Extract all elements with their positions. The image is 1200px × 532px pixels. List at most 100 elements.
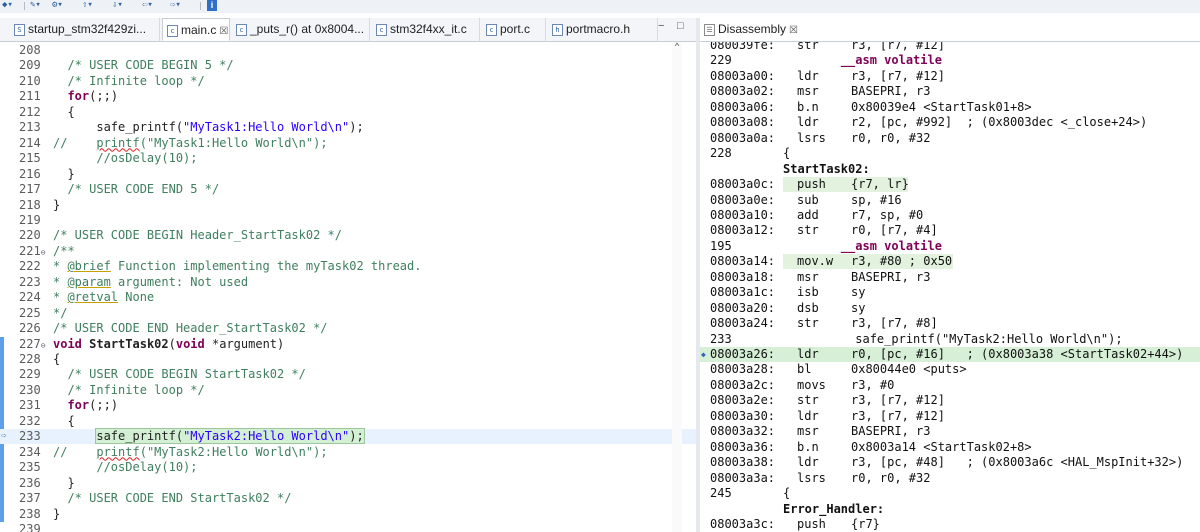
up-arrow-icon[interactable]: ⇩▾: [112, 0, 123, 11]
code-line[interactable]: 208: [0, 43, 696, 58]
disassembly-label[interactable]: StartTask02:: [700, 162, 1200, 177]
disassembly-instruction[interactable]: 08003a18: msr BASEPRI, r3: [700, 270, 1200, 285]
code-line[interactable]: 239: [0, 522, 696, 532]
disassembly-source-line[interactable]: 233 safe_printf("MyTask2:Hello World\n")…: [700, 332, 1200, 347]
disassembly-instruction[interactable]: 08003a3a: lsrs r0, r0, #32: [700, 471, 1200, 486]
disassembly-instruction[interactable]: 08003a1c: isb sy: [700, 285, 1200, 300]
code-line[interactable]: 229 /* USER CODE BEGIN StartTask02 */: [0, 367, 696, 382]
disassembly-source-line[interactable]: 228 {: [700, 146, 1200, 161]
disassembly-instruction[interactable]: 08003a0e: sub sp, #16: [700, 193, 1200, 208]
line-number: 211: [19, 89, 41, 104]
disassembly-instruction[interactable]: 08003a28: bl 0x80044e0 <puts>: [700, 362, 1200, 377]
instruction-operands: 0x80039e4 <StartTask01+8>: [851, 99, 1032, 114]
code-line[interactable]: 210 /* Infinite loop */: [0, 74, 696, 89]
file-icon: c: [167, 24, 178, 37]
code-line[interactable]: 216 }: [0, 167, 696, 182]
code-text: * @retval None: [53, 290, 155, 305]
code-line[interactable]: 230 /* Infinite loop */: [0, 383, 696, 398]
disassembly-instruction[interactable]: 08003a24: str r3, [r7, #8]: [700, 316, 1200, 331]
code-line[interactable]: 221⊖ /**: [0, 244, 696, 259]
code-line[interactable]: 236 }: [0, 476, 696, 491]
disassembly-source-line[interactable]: 195 __asm volatile: [700, 239, 1200, 254]
build-icon[interactable]: ⚙▾: [52, 0, 63, 11]
code-editor[interactable]: 208 209 /* USER CODE BEGIN 5 */210 /* Inf…: [0, 42, 696, 532]
editor-tab[interactable]: Sstartup_stm32f429zi...: [10, 18, 160, 41]
disassembly-instruction[interactable]: 08003a20: dsb sy: [700, 301, 1200, 316]
code-line[interactable]: 235 //osDelay(10);: [0, 460, 696, 475]
disassembly-source-line[interactable]: 229 __asm volatile: [700, 53, 1200, 68]
instruction-address: 08003a14:: [710, 254, 776, 269]
back-icon[interactable]: ⇦▾: [142, 0, 153, 11]
code-line[interactable]: 217 /* USER CODE END 5 */: [0, 182, 696, 197]
file-icon: S: [14, 23, 25, 36]
code-line[interactable]: 234 // printf("MyTask2:Hello World\n");: [0, 445, 696, 460]
code-line[interactable]: 209 /* USER CODE BEGIN 5 */: [0, 58, 696, 73]
bookmark-icon[interactable]: ✎▾: [30, 0, 41, 11]
instruction-address: 08003a30:: [710, 408, 776, 423]
code-line[interactable]: 226 /* USER CODE END Header_StartTask02 *…: [0, 321, 696, 336]
code-line[interactable]: 214 // printf("MyTask1:Hello World\n");: [0, 136, 696, 151]
forward-icon[interactable]: ⇨▾: [170, 0, 181, 11]
code-line[interactable]: 211 for(;;): [0, 89, 696, 104]
editor-tab[interactable]: c stm32f4xx_it.c: [372, 18, 480, 41]
code-line[interactable]: 213 safe_printf("MyTask1:Hello World\n")…: [0, 120, 696, 135]
code-line[interactable]: 232 {: [0, 414, 696, 429]
disassembly-source-line[interactable]: 245 {: [700, 486, 1200, 501]
disassembly-instruction[interactable]: 08003a10: add r7, sp, #0: [700, 208, 1200, 223]
disassembly-instruction[interactable]: 080039fe: str r3, [r7, #12]: [700, 42, 1200, 53]
disassembly-instruction[interactable]: 08003a12: str r0, [r7, #4]: [700, 223, 1200, 238]
instruction-operands: r0, r0, #32: [851, 130, 931, 145]
source-line-text: {: [783, 486, 791, 501]
code-line[interactable]: 238}: [0, 507, 696, 522]
code-line[interactable]: 233 safe_printf("MyTask2:Hello World\n")…: [0, 428, 696, 445]
minimize-icon[interactable]: −: [658, 20, 664, 32]
disassembly-instruction[interactable]: 08003a02: msr BASEPRI, r3: [700, 84, 1200, 99]
disassembly-instruction[interactable]: 08003a26: ldr r0, [pc, #16] ; (0x8003a38 <…: [700, 347, 1200, 362]
disassembly-instruction[interactable]: 08003a0c: push {r7, lr}: [700, 177, 1200, 193]
disassembly-instruction[interactable]: 08003a30: ldr r3, [r7, #12]: [700, 409, 1200, 424]
up-arrow-icon[interactable]: ⇧▾: [82, 0, 93, 11]
editor-tab[interactable]: c main.c ☒: [162, 18, 230, 41]
disassembly-view[interactable]: 080039fe: str r3, [r7, #12] 229 __asm volat…: [700, 42, 1200, 532]
disassembly-instruction[interactable]: 08003a0a: lsrs r0, r0, #32: [700, 131, 1200, 146]
instruction-mnemonic: lsrs: [797, 470, 826, 485]
disassembly-instruction[interactable]: 08003a38: ldr r3, [pc, #48] ; (0x8003a6c <…: [700, 455, 1200, 470]
code-line[interactable]: 228 {: [0, 352, 696, 367]
code-line[interactable]: 222 * @brief Function implementing the my…: [0, 259, 696, 274]
editor-scrollbar[interactable]: [672, 42, 682, 532]
close-icon[interactable]: ☒: [219, 26, 228, 37]
code-line[interactable]: 225 */: [0, 306, 696, 321]
code-line[interactable]: 224 * @retval None: [0, 290, 696, 305]
code-line[interactable]: 223 * @param argument: Not used: [0, 275, 696, 290]
code-line[interactable]: 227⊖ void StartTask02(void *argument): [0, 337, 696, 352]
tab-disassembly[interactable]: ☰ Disassembly ☒: [700, 18, 810, 41]
close-icon[interactable]: ☒: [789, 25, 798, 36]
info-icon[interactable]: i: [207, 0, 217, 11]
editor-tab[interactable]: h portmacro.h: [548, 18, 658, 41]
code-line[interactable]: 220 /* USER CODE BEGIN Header_StartTask02…: [0, 228, 696, 243]
scroll-up-icon[interactable]: ⌃: [672, 42, 682, 53]
disassembly-instruction[interactable]: 08003a06: b.n 0x80039e4 <StartTask01+8>: [700, 100, 1200, 115]
disassembly-label[interactable]: Error_Handler:: [700, 502, 1200, 517]
code-text: /* Infinite loop */: [53, 382, 205, 397]
code-line[interactable]: 215 //osDelay(10);: [0, 151, 696, 166]
disassembly-instruction[interactable]: 08003a3c: push {r7}: [700, 517, 1200, 532]
line-number: 212: [19, 104, 41, 119]
maximize-icon[interactable]: □: [677, 20, 684, 32]
instruction-operands: r0, [r7, #4]: [851, 223, 938, 238]
disassembly-instruction[interactable]: 08003a36: b.n 0x8003a14 <StartTask02+8>: [700, 440, 1200, 455]
code-line[interactable]: 218}: [0, 198, 696, 213]
code-line[interactable]: 237 /* USER CODE END StartTask02 */: [0, 491, 696, 506]
disassembly-instruction[interactable]: 08003a00: ldr r3, [r7, #12]: [700, 69, 1200, 84]
toolbar-icon[interactable]: ◆▾: [2, 0, 13, 11]
code-line[interactable]: 212 {: [0, 105, 696, 120]
editor-tab[interactable]: c _puts_r() at 0x8004...: [232, 18, 370, 41]
disassembly-instruction[interactable]: 08003a2e: str r3, [r7, #12]: [700, 393, 1200, 408]
disassembly-instruction[interactable]: 08003a08: ldr r2, [pc, #992] ; (0x8003dec …: [700, 115, 1200, 130]
editor-tab[interactable]: c port.c: [482, 18, 546, 41]
disassembly-instruction[interactable]: 08003a32: msr BASEPRI, r3: [700, 424, 1200, 439]
disassembly-instruction[interactable]: 08003a2c: movs r3, #0: [700, 378, 1200, 393]
code-line[interactable]: 231 for(;;): [0, 398, 696, 413]
code-line[interactable]: 219: [0, 213, 696, 228]
disassembly-instruction[interactable]: 08003a14: mov.w r3, #80 ; 0x50: [700, 254, 1200, 270]
